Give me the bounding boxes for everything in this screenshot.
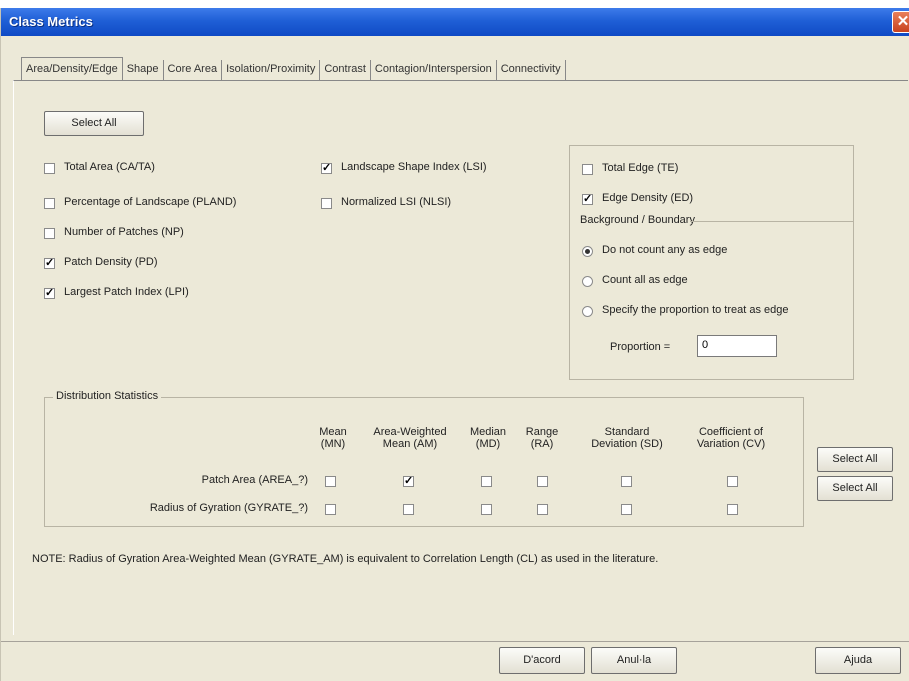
- col-header-area-weighted-mean: Area-Weighted Mean (AM): [373, 426, 447, 450]
- tab-connectivity[interactable]: Connectivity: [497, 60, 566, 80]
- proportion-input[interactable]: 0: [697, 335, 777, 357]
- tab-strip: Area/Density/Edge Shape Core Area Isolat…: [21, 56, 566, 81]
- te-label: Total Edge (TE): [602, 162, 679, 174]
- footer-divider: [1, 641, 909, 642]
- tab-contrast[interactable]: Contrast: [320, 60, 371, 80]
- title-bar[interactable]: Class Metrics ✕: [1, 8, 909, 36]
- tab-core-area[interactable]: Core Area: [164, 60, 223, 80]
- tab-contagion-interspersion[interactable]: Contagion/Interspersion: [371, 60, 497, 80]
- pland-label: Percentage of Landscape (PLAND): [64, 196, 237, 208]
- boundary-divider: [690, 221, 854, 222]
- ed-label: Edge Density (ED): [602, 192, 694, 204]
- gyrate-sd-checkbox[interactable]: [621, 504, 632, 515]
- close-icon[interactable]: ✕: [892, 11, 909, 33]
- col-header-mean: Mean (MN): [319, 426, 347, 450]
- gyrate-md-checkbox[interactable]: [481, 504, 492, 515]
- lsi-checkbox[interactable]: ✓: [321, 163, 332, 174]
- all-edge-radio[interactable]: [582, 276, 593, 287]
- gyrate-mn-checkbox[interactable]: [325, 504, 336, 515]
- area-select-all-button[interactable]: Select All: [817, 447, 893, 472]
- distribution-title: Distribution Statistics: [53, 390, 162, 402]
- nlsi-checkbox[interactable]: [321, 198, 332, 209]
- tab-panel: Select All Total Area (CA/TA) Percentage…: [13, 80, 908, 635]
- pd-label: Patch Density (PD): [64, 256, 158, 268]
- class-metrics-dialog: Class Metrics ✕ Area/Density/Edge Shape …: [0, 8, 909, 681]
- np-label: Number of Patches (NP): [64, 226, 184, 238]
- col-header-median: Median (MD): [469, 426, 507, 450]
- tab-isolation-proximity[interactable]: Isolation/Proximity: [222, 60, 321, 80]
- edge-group: Total Edge (TE) ✓ Edge Density (ED) Back…: [569, 145, 854, 380]
- area-sd-checkbox[interactable]: [621, 476, 632, 487]
- ed-checkbox[interactable]: ✓: [582, 194, 593, 205]
- no-edge-label: Do not count any as edge: [602, 244, 728, 256]
- np-checkbox[interactable]: [44, 228, 55, 239]
- ok-button[interactable]: D'acord: [499, 647, 585, 674]
- help-button[interactable]: Ajuda: [815, 647, 901, 674]
- lsi-label: Landscape Shape Index (LSI): [341, 161, 487, 173]
- gyrate-select-all-button[interactable]: Select All: [817, 476, 893, 501]
- nlsi-label: Normalized LSI (NLSI): [341, 196, 452, 208]
- area-ra-checkbox[interactable]: [537, 476, 548, 487]
- col-header-standard-deviation: Standard Deviation (SD): [591, 426, 663, 450]
- correlation-length-note: NOTE: Radius of Gyration Area-Weighted M…: [32, 553, 659, 565]
- lpi-label: Largest Patch Index (LPI): [64, 286, 189, 298]
- cancel-button[interactable]: Anul·la: [591, 647, 677, 674]
- pland-checkbox[interactable]: [44, 198, 55, 209]
- pd-checkbox[interactable]: ✓: [44, 258, 55, 269]
- area-cv-checkbox[interactable]: [727, 476, 738, 487]
- proportion-label: Proportion =: [610, 341, 671, 353]
- tab-area-density-edge[interactable]: Area/Density/Edge: [21, 57, 123, 81]
- patch-area-row-label: Patch Area (AREA_?): [201, 474, 308, 486]
- te-checkbox[interactable]: [582, 164, 593, 175]
- all-edge-label: Count all as edge: [602, 274, 688, 286]
- lpi-checkbox[interactable]: ✓: [44, 288, 55, 299]
- proportion-option-label: Specify the proportion to treat as edge: [602, 304, 789, 316]
- gyrate-ra-checkbox[interactable]: [537, 504, 548, 515]
- boundary-title: Background / Boundary: [580, 214, 698, 226]
- window-title: Class Metrics: [9, 14, 93, 29]
- total-area-checkbox[interactable]: [44, 163, 55, 174]
- select-all-button[interactable]: Select All: [44, 111, 144, 136]
- tab-shape[interactable]: Shape: [123, 60, 164, 80]
- no-edge-radio[interactable]: [582, 246, 593, 257]
- gyrate-am-checkbox[interactable]: [403, 504, 414, 515]
- gyrate-cv-checkbox[interactable]: [727, 504, 738, 515]
- area-mn-checkbox[interactable]: [325, 476, 336, 487]
- distribution-group: Distribution Statistics Mean (MN) Area-We…: [44, 390, 804, 527]
- area-am-checkbox[interactable]: ✓: [403, 476, 414, 487]
- total-area-label: Total Area (CA/TA): [64, 161, 155, 173]
- col-header-range: Range (RA): [525, 426, 559, 450]
- proportion-radio[interactable]: [582, 306, 593, 317]
- col-header-coefficient-of-variation: Coefficient of Variation (CV): [696, 426, 766, 450]
- area-md-checkbox[interactable]: [481, 476, 492, 487]
- gyrate-row-label: Radius of Gyration (GYRATE_?): [149, 502, 308, 514]
